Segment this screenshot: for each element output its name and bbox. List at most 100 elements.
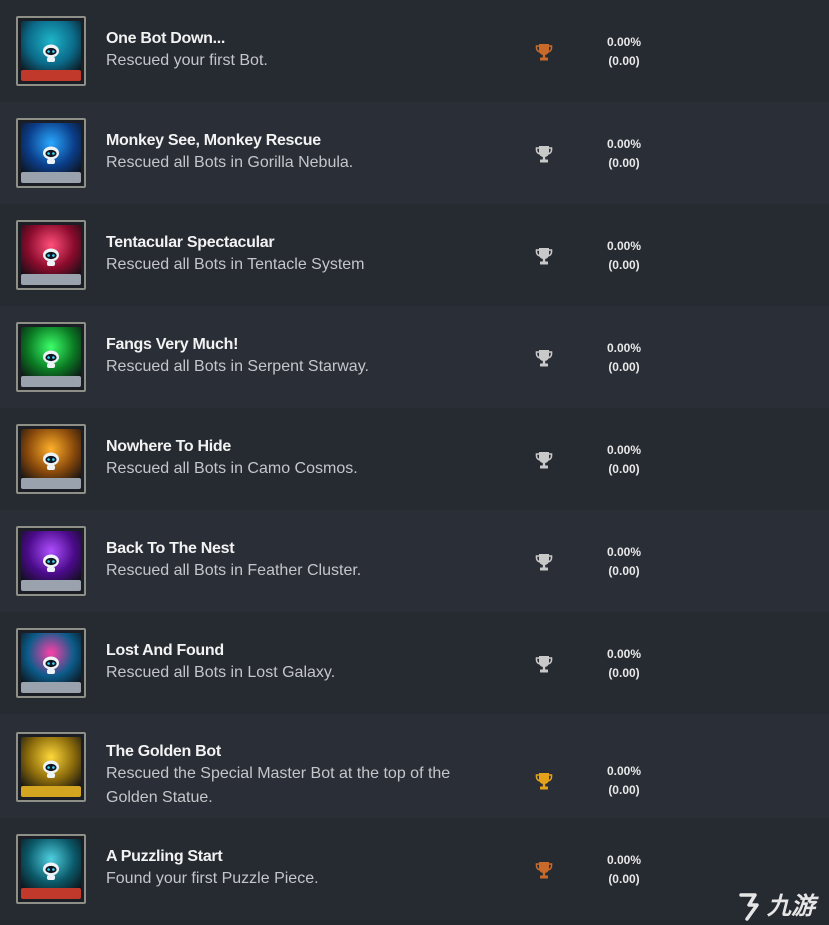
rarity-points: (0.00) xyxy=(608,360,640,374)
achievement-row[interactable]: Tentacular Spectacular Rescued all Bots i… xyxy=(0,204,829,306)
achievement-stats: 0.00% (0.00) xyxy=(596,237,652,275)
astro-bot-icon xyxy=(43,248,59,266)
astro-bot-icon xyxy=(43,146,59,164)
rarity-points: (0.00) xyxy=(608,156,640,170)
achievement-stats: 0.00% (0.00) xyxy=(596,645,652,683)
achievement-icon xyxy=(16,16,86,86)
achievement-row[interactable]: Lost And Found Rescued all Bots in Lost G… xyxy=(0,612,829,714)
rarity-percent: 0.00% xyxy=(606,239,642,253)
achievement-text: Back To The Nest Rescued all Bots in Feat… xyxy=(106,539,486,583)
achievement-description: Rescued all Bots in Lost Galaxy. xyxy=(106,664,336,681)
achievement-description: Rescued all Bots in Gorilla Nebula. xyxy=(106,154,354,171)
achievement-icon xyxy=(16,322,86,392)
trophy-icon xyxy=(535,144,553,164)
achievement-base xyxy=(21,478,81,489)
astro-bot-icon xyxy=(43,350,59,368)
achievement-row[interactable]: One Bot Down... Rescued your first Bot. 0.… xyxy=(0,0,829,102)
watermark-text: 九游 xyxy=(767,892,815,920)
achievement-base xyxy=(21,172,81,183)
achievement-base xyxy=(21,274,81,285)
achievement-base xyxy=(21,786,81,797)
achievement-title: A Puzzling Start xyxy=(106,848,223,865)
achievement-title: One Bot Down... xyxy=(106,30,226,47)
achievement-row[interactable]: The Golden Bot Rescued the Special Master… xyxy=(0,714,829,818)
achievement-text: A Puzzling Start Found your first Puzzle … xyxy=(106,847,486,891)
trophy-icon xyxy=(535,246,553,266)
achievement-stats: 0.00% (0.00) xyxy=(596,543,652,581)
trophy-icon xyxy=(535,552,553,572)
rarity-points: (0.00) xyxy=(608,258,640,272)
achievement-base xyxy=(21,888,81,899)
achievement-description: Rescued all Bots in Serpent Starway. xyxy=(106,358,369,375)
achievement-icon xyxy=(16,732,86,802)
achievement-stats: 0.00% (0.00) xyxy=(596,762,652,800)
rarity-points: (0.00) xyxy=(608,54,640,68)
achievement-stats: 0.00% (0.00) xyxy=(596,135,652,173)
trophy-icon xyxy=(535,771,553,791)
achievement-text: Monkey See, Monkey Rescue Rescued all Bot… xyxy=(106,131,486,175)
achievement-row[interactable]: Back To The Nest Rescued all Bots in Feat… xyxy=(0,510,829,612)
astro-bot-icon xyxy=(43,760,59,778)
rarity-percent: 0.00% xyxy=(606,443,642,457)
achievement-row[interactable]: Monkey See, Monkey Rescue Rescued all Bot… xyxy=(0,102,829,204)
achievement-title: Tentacular Spectacular xyxy=(106,234,275,251)
astro-bot-icon xyxy=(43,44,59,62)
trophy-icon xyxy=(535,450,553,470)
rarity-percent: 0.00% xyxy=(606,341,642,355)
achievement-text: Nowhere To Hide Rescued all Bots in Camo … xyxy=(106,437,486,481)
trophy-icon xyxy=(535,348,553,368)
achievement-icon xyxy=(16,834,86,904)
watermark: 九游 xyxy=(733,889,825,923)
achievement-row[interactable]: Nowhere To Hide Rescued all Bots in Camo … xyxy=(0,408,829,510)
achievement-text: Tentacular Spectacular Rescued all Bots i… xyxy=(106,233,486,277)
rarity-points: (0.00) xyxy=(608,462,640,476)
astro-bot-icon xyxy=(43,452,59,470)
astro-bot-icon xyxy=(43,656,59,674)
achievement-text: Lost And Found Rescued all Bots in Lost G… xyxy=(106,641,486,685)
rarity-points: (0.00) xyxy=(608,872,640,886)
achievement-stats: 0.00% (0.00) xyxy=(596,33,652,71)
achievement-description: Rescued the Special Master Bot at the to… xyxy=(106,765,451,806)
achievement-text: Fangs Very Much! Rescued all Bots in Serp… xyxy=(106,335,486,379)
rarity-points: (0.00) xyxy=(608,564,640,578)
trophy-icon xyxy=(535,42,553,62)
achievement-title: The Golden Bot xyxy=(106,743,221,760)
astro-bot-icon xyxy=(43,554,59,572)
achievement-stats: 0.00% (0.00) xyxy=(596,339,652,377)
rarity-percent: 0.00% xyxy=(606,647,642,661)
astro-bot-icon xyxy=(43,862,59,880)
rarity-percent: 0.00% xyxy=(606,853,642,867)
achievement-icon xyxy=(16,118,86,188)
achievement-text: One Bot Down... Rescued your first Bot. xyxy=(106,29,486,73)
achievement-base xyxy=(21,580,81,591)
achievement-description: Rescued all Bots in Feather Cluster. xyxy=(106,562,362,579)
achievement-base xyxy=(21,70,81,81)
achievement-row[interactable]: A Puzzling Start Found your first Puzzle … xyxy=(0,818,829,920)
achievement-icon xyxy=(16,526,86,596)
achievement-stats: 0.00% (0.00) xyxy=(596,441,652,479)
rarity-percent: 0.00% xyxy=(606,137,642,151)
rarity-percent: 0.00% xyxy=(606,545,642,559)
achievement-title: Monkey See, Monkey Rescue xyxy=(106,132,321,149)
achievement-description: Found your first Puzzle Piece. xyxy=(106,870,319,887)
achievement-base xyxy=(21,682,81,693)
achievement-title: Back To The Nest xyxy=(106,540,235,557)
rarity-percent: 0.00% xyxy=(606,35,642,49)
achievement-icon xyxy=(16,424,86,494)
achievement-text: The Golden Bot Rescued the Special Master… xyxy=(106,742,486,810)
achievement-description: Rescued all Bots in Tentacle System xyxy=(106,256,365,273)
achievement-description: Rescued your first Bot. xyxy=(106,52,268,69)
achievement-title: Lost And Found xyxy=(106,642,224,659)
achievement-title: Nowhere To Hide xyxy=(106,438,231,455)
rarity-points: (0.00) xyxy=(608,666,640,680)
achievement-icon xyxy=(16,220,86,290)
achievement-row[interactable]: Fangs Very Much! Rescued all Bots in Serp… xyxy=(0,306,829,408)
rarity-points: (0.00) xyxy=(608,783,640,797)
achievement-stats: 0.00% (0.00) xyxy=(596,851,652,889)
achievement-list: One Bot Down... Rescued your first Bot. 0.… xyxy=(0,0,829,920)
trophy-icon xyxy=(535,654,553,674)
rarity-percent: 0.00% xyxy=(606,764,642,778)
achievement-description: Rescued all Bots in Camo Cosmos. xyxy=(106,460,358,477)
achievement-title: Fangs Very Much! xyxy=(106,336,239,353)
jiuyou-logo-icon xyxy=(739,893,759,921)
